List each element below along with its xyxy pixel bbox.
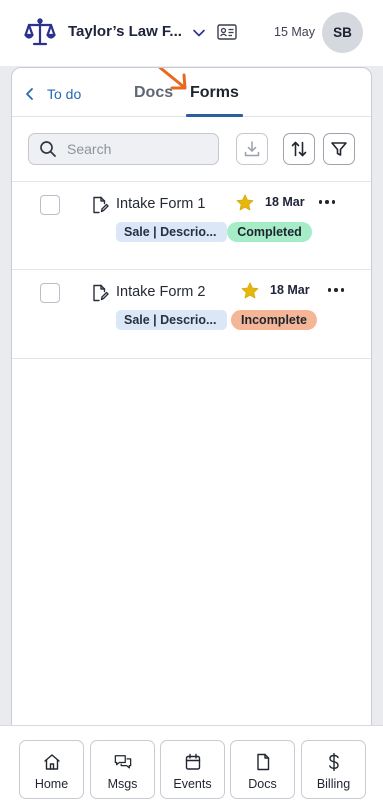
document-icon [256, 753, 269, 771]
dollar-icon [328, 753, 339, 771]
back-to-todo-link[interactable]: To do [23, 85, 81, 103]
form-date: 18 Mar [265, 195, 305, 209]
form-edit-icon [93, 196, 109, 214]
form-row[interactable]: Intake Form 1 18 Mar Sale | Descrio... C… [12, 181, 371, 270]
forms-panel: To do Docs Forms Search Intake Form 1 18… [11, 67, 372, 747]
form-name[interactable]: Intake Form 1 [116, 196, 205, 212]
chevron-down-icon[interactable] [191, 25, 207, 41]
sort-button[interactable] [283, 133, 315, 165]
nav-messages-button[interactable]: Msgs [90, 740, 155, 799]
tab-forms[interactable]: Forms [190, 84, 239, 102]
nav-messages-label: Msgs [107, 777, 138, 791]
nav-billing-label: Billing [316, 777, 351, 791]
star-icon[interactable] [240, 281, 260, 301]
search-box[interactable] [28, 133, 219, 165]
form-date: 18 Mar [270, 283, 310, 297]
status-badge: Completed [227, 222, 312, 242]
bottom-navigation: Home Msgs Events Docs Billing [0, 725, 383, 808]
firm-name[interactable]: Taylor’s Law F... [68, 23, 182, 40]
id-card-icon[interactable] [217, 23, 237, 41]
row-checkbox[interactable] [40, 195, 60, 215]
calendar-icon [185, 753, 200, 770]
top-bar: Taylor’s Law F... 15 May SB [0, 0, 383, 66]
nav-docs-label: Docs [248, 777, 277, 791]
more-options-icon[interactable] [326, 280, 346, 300]
star-icon[interactable] [235, 193, 255, 213]
back-label: To do [47, 86, 82, 102]
messages-icon [114, 755, 131, 769]
tab-bar: To do Docs Forms [12, 68, 371, 117]
download-icon [244, 141, 260, 157]
row-checkbox[interactable] [40, 283, 60, 303]
nav-billing-button[interactable]: Billing [301, 740, 366, 799]
nav-events-label: Events [173, 777, 212, 791]
annotation-arrow-icon [158, 68, 187, 90]
home-icon [43, 754, 60, 770]
chevron-left-icon [26, 88, 33, 100]
nav-home-label: Home [34, 777, 69, 791]
nav-events-button[interactable]: Events [160, 740, 225, 799]
form-edit-icon [93, 284, 109, 302]
sort-icon [291, 141, 307, 157]
active-tab-indicator [186, 114, 243, 117]
matter-tag: Sale | Descrio... [116, 222, 227, 242]
filter-button[interactable] [323, 133, 355, 165]
current-date: 15 May [274, 25, 315, 39]
form-name[interactable]: Intake Form 2 [116, 284, 205, 300]
scales-of-justice-logo-icon[interactable] [24, 16, 56, 48]
download-button[interactable] [236, 133, 268, 165]
matter-tag: Sale | Descrio... [116, 310, 227, 330]
form-row[interactable]: Intake Form 2 18 Mar Sale | Descrio... I… [12, 270, 371, 359]
status-badge: Incomplete [231, 310, 317, 330]
user-avatar[interactable]: SB [322, 12, 363, 53]
filter-icon [331, 142, 347, 156]
search-input[interactable] [67, 141, 197, 157]
nav-docs-button[interactable]: Docs [230, 740, 295, 799]
more-options-icon[interactable] [317, 192, 337, 212]
search-icon [40, 141, 56, 157]
nav-home-button[interactable]: Home [19, 740, 84, 799]
